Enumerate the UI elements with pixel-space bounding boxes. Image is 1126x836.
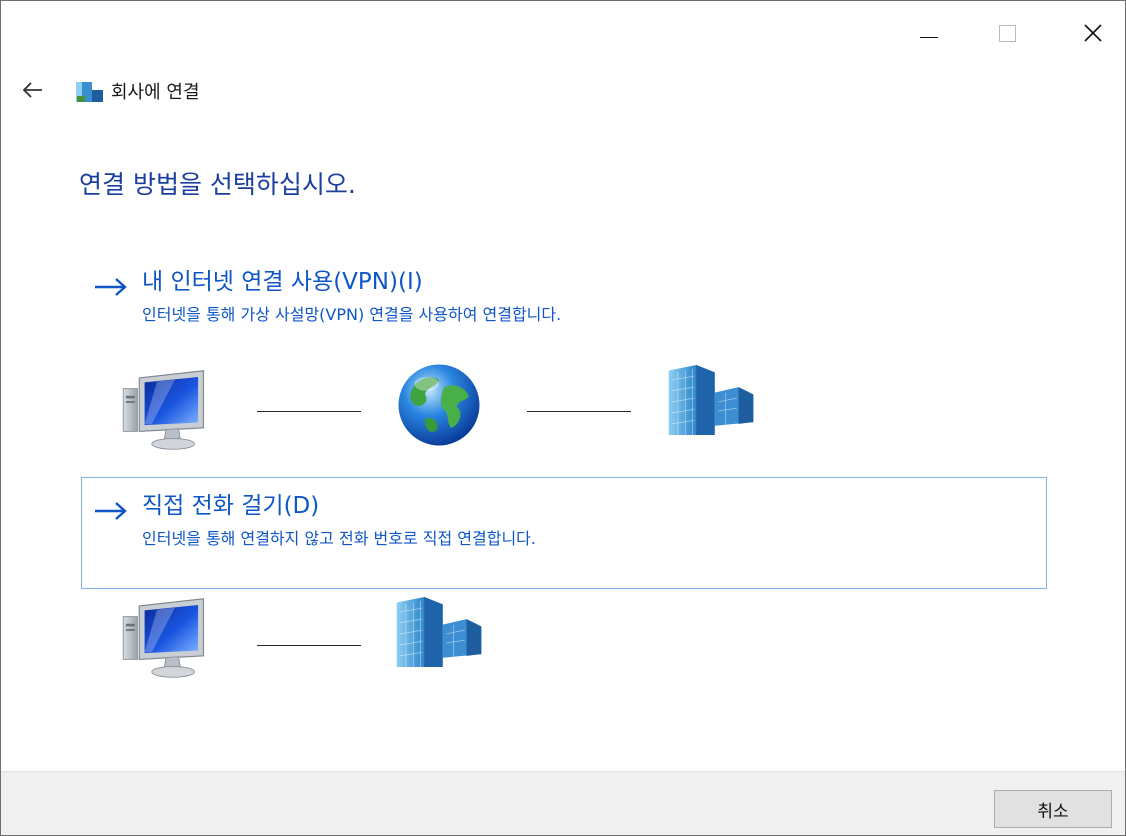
arrow-right-icon — [95, 502, 127, 520]
breadcrumb: 회사에 연결 — [111, 82, 200, 103]
cancel-button[interactable]: 취소 — [994, 790, 1112, 828]
office-building-icon — [665, 365, 757, 435]
option-title: 직접 전화 걸기(D) — [142, 493, 320, 519]
option-description: 인터넷을 통해 가상 사설망(VPN) 연결을 사용하여 연결합니다. — [142, 305, 562, 324]
globe-icon — [395, 361, 483, 449]
company-network-icon — [75, 80, 105, 104]
option-description: 인터넷을 통해 연결하지 않고 전화 번호로 직접 연결합니다. — [142, 529, 536, 548]
option-title: 내 인터넷 연결 사용(VPN)(I) — [142, 269, 423, 295]
option-use-vpn[interactable]: 내 인터넷 연결 사용(VPN)(I) 인터넷을 통해 가상 사설망(VPN) … — [81, 253, 1047, 365]
footer-bar: 취소 — [1, 771, 1125, 835]
option-dial-directly[interactable]: 직접 전화 걸기(D) 인터넷을 통해 연결하지 않고 전화 번호로 직접 연결… — [81, 477, 1047, 589]
connection-line — [257, 411, 361, 412]
office-building-icon — [393, 597, 485, 667]
connection-line — [527, 411, 631, 412]
computer-icon — [121, 369, 211, 451]
connection-line — [257, 645, 361, 646]
page-title: 연결 방법을 선택하십시오. — [79, 170, 356, 199]
maximize-icon[interactable] — [977, 1, 1037, 65]
connect-workplace-window: 회사에 연결 연결 방법을 선택하십시오. 내 인터넷 연결 사용(VPN)(I… — [0, 0, 1126, 836]
back-arrow-icon[interactable] — [19, 80, 45, 100]
computer-icon — [121, 597, 211, 679]
minimize-icon[interactable] — [899, 1, 959, 65]
close-icon[interactable] — [1063, 1, 1123, 65]
arrow-right-icon — [95, 278, 127, 296]
